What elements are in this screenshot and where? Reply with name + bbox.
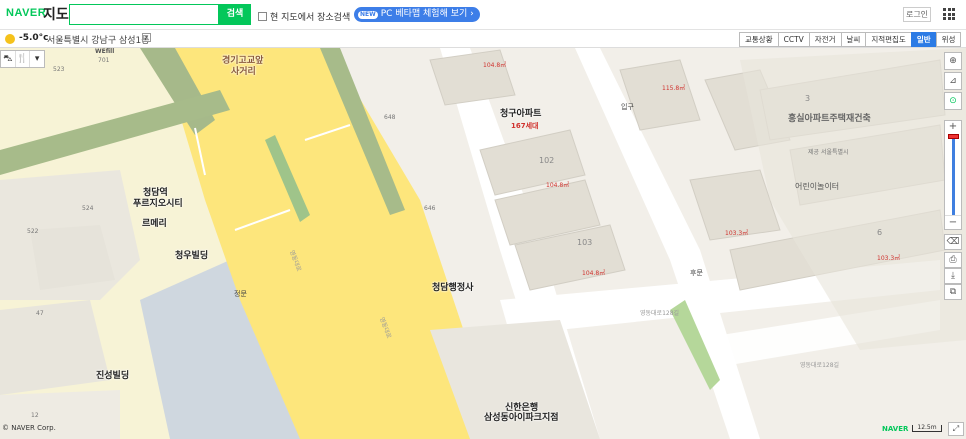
naver-logo[interactable]: NAVER <box>6 7 46 19</box>
lot-number-701: 701 <box>98 57 110 64</box>
restaurant-icon[interactable]: 🍴 <box>16 51 31 67</box>
tab-traffic[interactable]: 교통상황 <box>739 32 778 47</box>
naver-brand: NAVER <box>882 425 909 433</box>
area-label: 103.3㎡ <box>877 255 901 262</box>
lot-number: 524 <box>82 205 94 212</box>
poi-cheongdam-office[interactable]: 청담행정사 <box>432 280 473 293</box>
beta-map-button[interactable]: NEW PC 베타맵 체험해 보기 › <box>354 7 480 22</box>
tab-cadastral[interactable]: 지적편집도 <box>865 32 911 47</box>
locate-button[interactable]: ⊕ <box>944 52 962 70</box>
poi-lemery[interactable]: 르메리 <box>142 216 167 229</box>
tab-bicycle[interactable]: 자전거 <box>808 32 841 47</box>
zoom-in-button[interactable]: + <box>945 121 961 134</box>
poi-cheonggu-apt[interactable]: 청구아파트 <box>500 106 541 119</box>
tab-weather[interactable]: 날씨 <box>840 32 866 47</box>
zoom-control: + − <box>944 120 962 230</box>
zoom-out-button[interactable]: − <box>945 215 961 229</box>
lot-number: 47 <box>36 310 44 317</box>
temperature: -5.0°c <box>19 33 49 43</box>
area-label: 115.8㎡ <box>662 85 686 92</box>
search-input[interactable] <box>69 4 219 25</box>
apt-building-102: 102 <box>539 156 555 165</box>
map-graphics <box>0 48 966 439</box>
lot-number: 522 <box>27 228 39 235</box>
service-title[interactable]: 지도 <box>43 4 69 24</box>
top-header: NAVER 지도 검색 현 지도에서 장소검색 NEW PC 베타맵 체험해 보… <box>0 0 966 30</box>
area-search-label: 현 지도에서 장소검색 <box>270 13 351 23</box>
fullscreen-icon[interactable]: ⤢ <box>948 422 964 436</box>
poi-intersection-line2[interactable]: 사거리 <box>231 64 256 77</box>
poi-jinseong-building[interactable]: 진성빌딩 <box>96 368 129 381</box>
map-canvas[interactable]: 경기고교앞 사거리 WEfill 523 701 청구아파트 167세대 102… <box>0 48 966 439</box>
streetview-button[interactable]: ⊙ <box>944 92 962 110</box>
poi-playground[interactable]: 어린이놀이터 <box>795 181 839 192</box>
grid-icon[interactable] <box>943 8 955 20</box>
tab-satellite[interactable]: 위성 <box>935 32 962 47</box>
sun-icon <box>5 34 15 44</box>
share-icon[interactable]: ⧉ <box>944 284 962 300</box>
lot-number: 12 <box>31 412 39 419</box>
scale-bar: 12.5m <box>912 425 942 432</box>
lot-number-523: 523 <box>53 66 65 73</box>
poi-prugio-city[interactable]: 푸르지오시티 <box>133 196 183 209</box>
zoom-slider-track[interactable] <box>952 137 955 215</box>
print-icon[interactable]: ⎙ <box>944 252 962 268</box>
label-main-gate: 정문 <box>234 290 247 298</box>
lot-number: 646 <box>424 205 436 212</box>
current-location: 서울특별시 강남구 삼성1동 <box>47 36 150 46</box>
bus-icon[interactable]: ⛍ <box>1 51 16 67</box>
apt-building-103: 103 <box>577 238 593 247</box>
info-bar: -5.0°c 서울특별시 강남구 삼성1동 ▾ 교통상황 CCTV 자전거 날씨… <box>0 30 966 48</box>
road-name: 영동대로128길 <box>640 310 680 317</box>
login-button[interactable]: 로그인 <box>903 7 931 22</box>
poi-provider: 제공 서울특별시 <box>808 149 849 156</box>
save-icon[interactable]: ⤓ <box>944 268 962 284</box>
location-dropdown[interactable]: ▾ <box>142 33 151 42</box>
poi-filter-controls: ⛍ 🍴 ▾ <box>0 50 45 68</box>
zoom-slider-thumb[interactable] <box>948 134 959 139</box>
area-search-checkbox[interactable] <box>258 12 267 21</box>
area-label: 104.8㎡ <box>582 270 606 277</box>
label-entrance: 입구 <box>621 103 634 111</box>
area-label: 103.3㎡ <box>725 230 749 237</box>
block-number-6: 6 <box>877 228 883 237</box>
tab-normal[interactable]: 일반 <box>910 32 936 47</box>
beta-map-label: PC 베타맵 체험해 보기 › <box>380 9 474 19</box>
copyright: © NAVER Corp. <box>2 424 56 432</box>
compass-button[interactable]: ⊿ <box>944 72 962 90</box>
search-button[interactable]: 검색 <box>219 4 251 25</box>
poi-wefill[interactable]: WEfill <box>95 48 114 55</box>
poi-hongsil-redevelopment[interactable]: 홍실아파트주택재건축 <box>788 111 871 124</box>
tab-cctv[interactable]: CCTV <box>777 32 809 47</box>
lot-number: 648 <box>384 114 396 121</box>
label-back-gate: 후문 <box>690 269 703 277</box>
road-name: 영동대로128길 <box>800 362 840 369</box>
poi-households: 167세대 <box>511 122 539 130</box>
ruler-icon[interactable]: ⌫ <box>944 234 962 250</box>
poi-cheongwoo-building[interactable]: 청우빌딩 <box>175 248 208 261</box>
block-number-3: 3 <box>805 94 811 103</box>
filter-dropdown[interactable]: ▾ <box>30 51 44 67</box>
new-badge: NEW <box>358 10 378 19</box>
area-label: 104.8㎡ <box>546 182 570 189</box>
poi-shinhan-branch[interactable]: 삼성동아이파크지점 <box>484 410 559 423</box>
area-label: 104.8㎡ <box>483 62 507 69</box>
layer-tabs: 교통상황 CCTV 자전거 날씨 지적편집도 일반 위성 <box>739 32 962 47</box>
